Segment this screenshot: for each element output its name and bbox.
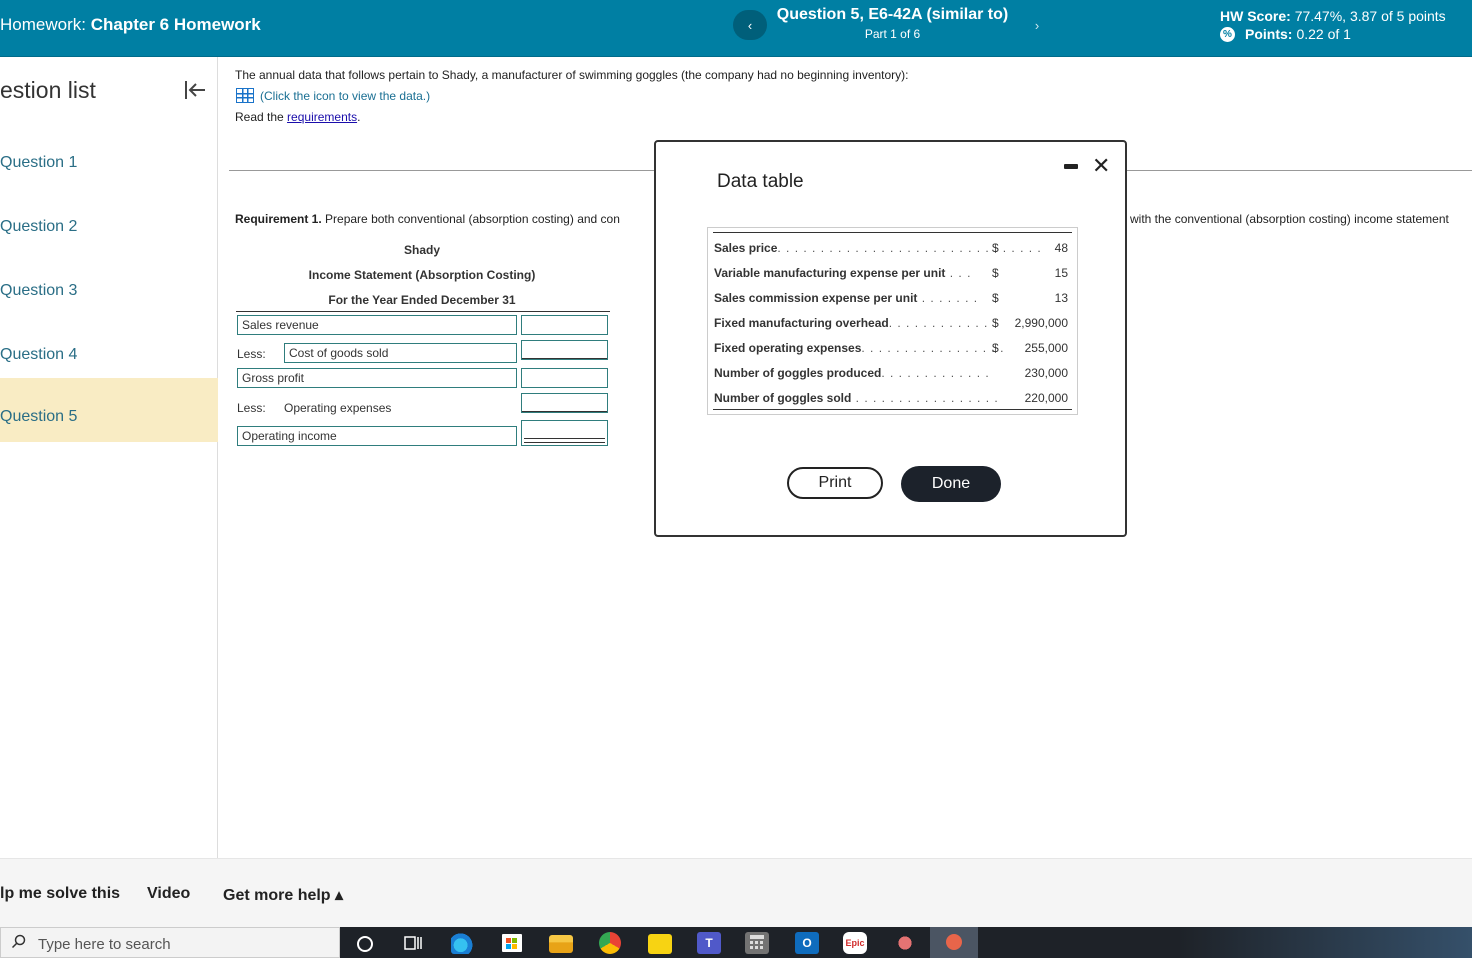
question-list-title: estion list xyxy=(0,77,96,103)
sidebar-item-question-3[interactable]: Question 3 xyxy=(0,260,218,324)
table-row: Number of goggles produced. . . . . . . … xyxy=(714,366,1068,380)
minimize-icon[interactable] xyxy=(1064,164,1078,169)
task-view-icon[interactable] xyxy=(401,932,425,954)
magnifier-icon xyxy=(11,934,26,949)
points: % Points: 0.22 of 1 xyxy=(1220,26,1351,42)
next-question-button[interactable]: › xyxy=(1020,10,1054,40)
sales-revenue-label-field[interactable]: Sales revenue xyxy=(237,315,517,335)
table-bottom-rule xyxy=(713,409,1072,410)
table-row: Sales price. . . . . . . . . . . . . . .… xyxy=(714,241,1068,255)
edge-browser-icon[interactable] xyxy=(451,932,475,954)
table-row: Fixed manufacturing overhead. . . . . . … xyxy=(714,316,1068,330)
windows-taskbar: Type here to search T O Epic xyxy=(0,927,1472,958)
collapse-sidebar-icon[interactable] xyxy=(182,77,208,103)
read-requirements: Read the requirements. xyxy=(235,110,361,124)
outlook-icon[interactable]: O xyxy=(795,932,819,954)
operating-expenses-label: Operating expenses xyxy=(284,401,392,415)
sidebar-item-question-1[interactable]: Question 1 xyxy=(0,132,218,196)
operating-income-label-field[interactable]: Operating income xyxy=(237,426,517,446)
requirement-text-tail: with the conventional (absorption costin… xyxy=(1130,212,1449,226)
table-row: Variable manufacturing expense per unit … xyxy=(714,266,1068,280)
table-row: Sales commission expense per unit . . . … xyxy=(714,291,1068,305)
help-me-solve-button[interactable]: lp me solve this xyxy=(0,885,120,903)
less-label-2: Less: xyxy=(237,401,266,415)
homework-title: Homework: Chapter 6 Homework xyxy=(0,15,261,34)
done-button[interactable]: Done xyxy=(901,466,1001,502)
previous-question-button[interactable]: ‹ xyxy=(733,10,767,40)
sidebar-item-question-5[interactable]: Question 5 xyxy=(0,378,218,442)
chrome-icon[interactable] xyxy=(599,932,621,954)
file-explorer-icon[interactable] xyxy=(549,935,573,953)
data-table: Sales price. . . . . . . . . . . . . . .… xyxy=(707,227,1078,415)
intro-text: The annual data that follows pertain to … xyxy=(235,68,909,82)
snipping-tool-icon[interactable] xyxy=(893,932,917,954)
print-button[interactable]: Print xyxy=(787,467,883,499)
collapse-arrow-icon xyxy=(185,81,205,99)
modal-title: Data table xyxy=(717,171,804,192)
data-table-modal: Data table ✕ Sales price. . . . . . . . … xyxy=(654,140,1127,537)
gross-profit-amount-input[interactable] xyxy=(521,368,608,388)
operating-income-amount-input[interactable] xyxy=(521,420,608,446)
calculator-icon[interactable] xyxy=(745,932,769,954)
search-icon xyxy=(11,934,27,954)
get-more-help-button[interactable]: Get more help ▴ xyxy=(223,885,343,905)
statement-title: Income Statement (Absorption Costing) xyxy=(308,268,536,282)
partial-credit-icon: % xyxy=(1220,26,1235,42)
teams-icon[interactable]: T xyxy=(697,932,721,954)
requirements-link[interactable]: requirements xyxy=(287,110,357,124)
active-app-icon[interactable] xyxy=(930,927,978,958)
sticky-notes-icon[interactable] xyxy=(648,934,672,954)
epic-icon[interactable]: Epic xyxy=(843,932,867,954)
question-list-sidebar: estion list Question 1 Question 2 Questi… xyxy=(0,57,218,858)
table-row: Fixed operating expenses. . . . . . . . … xyxy=(714,341,1068,355)
cogs-amount-input[interactable] xyxy=(521,340,608,360)
top-header: Homework: Chapter 6 Homework ‹ Question … xyxy=(0,0,1472,57)
requirement-text: Requirement 1. Prepare both conventional… xyxy=(235,212,620,226)
question-title: Question 5, E6-42A (similar to) xyxy=(776,6,1009,23)
video-button[interactable]: Video xyxy=(147,885,190,903)
data-table-icon[interactable] xyxy=(236,88,254,103)
less-label-1: Less: xyxy=(237,347,266,361)
view-data-link[interactable]: (Click the icon to view the data.) xyxy=(236,88,430,103)
gross-profit-label-field[interactable]: Gross profit xyxy=(237,368,517,388)
statement-company: Shady xyxy=(403,243,440,257)
question-part: Part 1 of 6 xyxy=(864,27,921,41)
sidebar-item-question-2[interactable]: Question 2 xyxy=(0,196,218,260)
cogs-label-field[interactable]: Cost of goods sold xyxy=(284,343,517,363)
help-bar: lp me solve this Video Get more help ▴ xyxy=(0,858,1472,927)
statement-period: For the Year Ended December 31 xyxy=(328,293,516,307)
table-top-rule xyxy=(713,232,1072,233)
store-icon[interactable] xyxy=(500,932,524,954)
cortana-icon[interactable] xyxy=(353,932,377,954)
hw-score: HW Score: 77.47%, 3.87 of 5 points xyxy=(1220,8,1446,24)
close-icon[interactable]: ✕ xyxy=(1092,154,1110,178)
operating-expenses-amount-input[interactable] xyxy=(521,393,608,413)
statement-header-rule xyxy=(236,311,610,312)
sales-revenue-amount-input[interactable] xyxy=(521,315,608,335)
table-row: Number of goggles sold . . . . . . . . .… xyxy=(714,391,1068,405)
taskbar-search[interactable]: Type here to search xyxy=(0,927,340,958)
